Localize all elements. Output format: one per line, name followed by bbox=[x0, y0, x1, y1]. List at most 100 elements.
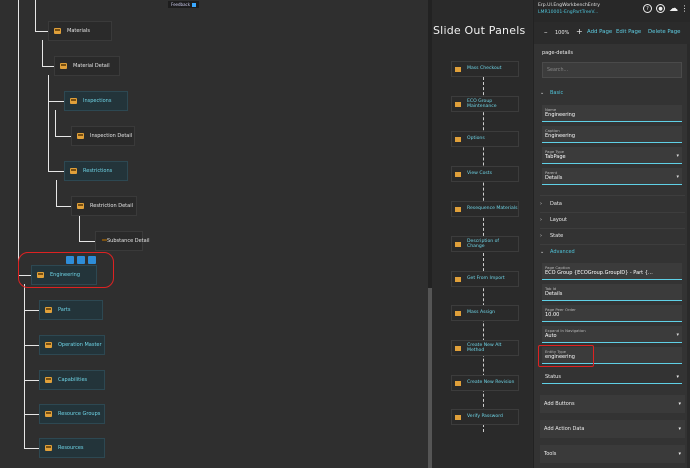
tree-node-capabilities[interactable]: Capabilities bbox=[39, 370, 105, 390]
cloud-icon[interactable]: ☁ bbox=[669, 4, 678, 14]
panel-icon bbox=[455, 136, 461, 142]
feedback-icon bbox=[192, 2, 197, 7]
group-layout[interactable]: › Layout bbox=[540, 213, 685, 227]
tree-connector bbox=[79, 241, 95, 242]
highlight-annotation bbox=[18, 252, 114, 288]
panel-item-resequence-materials[interactable]: Resequence Materials bbox=[451, 201, 519, 217]
page-peer-order-field[interactable]: Page Peer Order 10.00 bbox=[542, 305, 682, 322]
chevron-down-icon: ▾ bbox=[676, 174, 679, 180]
name-field[interactable]: Name Engineering bbox=[542, 105, 682, 122]
tree-connector bbox=[24, 310, 39, 311]
divider bbox=[540, 195, 685, 196]
tree-connector bbox=[24, 448, 39, 449]
tree-node-materials[interactable]: Materials bbox=[48, 21, 112, 41]
person-icon[interactable]: ● bbox=[656, 4, 665, 13]
folder-icon bbox=[45, 307, 52, 313]
feedback-button[interactable]: Feedback bbox=[168, 1, 200, 8]
folder-icon bbox=[60, 63, 67, 69]
tree-node-inspections[interactable]: Inspections bbox=[64, 91, 128, 111]
tree-node-restrictions[interactable]: Restrictions bbox=[64, 161, 128, 181]
tree-node-resources[interactable]: Resources bbox=[39, 438, 105, 458]
search-input[interactable]: Search... bbox=[542, 62, 682, 78]
folder-icon bbox=[45, 377, 52, 383]
edit-page-button[interactable]: Edit Page bbox=[616, 29, 641, 35]
folder-icon bbox=[70, 168, 77, 174]
tree-node-parts[interactable]: Parts bbox=[39, 300, 103, 320]
chevron-down-icon: ▾ bbox=[676, 332, 679, 338]
zoom-out-button[interactable]: – bbox=[544, 28, 548, 36]
chevron-right-icon: › bbox=[540, 201, 542, 207]
chevron-right-icon: › bbox=[540, 233, 542, 239]
delete-page-button[interactable]: Delete Page bbox=[648, 29, 680, 35]
parent-select[interactable]: Parent Details ▾ bbox=[542, 168, 682, 185]
tree-connector bbox=[55, 110, 56, 136]
tree-connector bbox=[48, 75, 49, 101]
panel-item-get-from-import[interactable]: Get From Import bbox=[451, 271, 519, 287]
tree-connector bbox=[55, 136, 71, 137]
zoom-in-button[interactable]: + bbox=[576, 27, 583, 36]
zoom-level: 100% bbox=[555, 30, 570, 36]
layer-name: LMR10001-EngPartTreeV... bbox=[538, 10, 599, 15]
tree-connector bbox=[24, 414, 39, 415]
page-type-select[interactable]: Page Type TabPage ▾ bbox=[542, 147, 682, 164]
panel-icon bbox=[455, 414, 461, 420]
tree-connector bbox=[48, 101, 49, 171]
tree-connector bbox=[56, 180, 57, 206]
panel-item-mass-assign[interactable]: Mass Assign bbox=[451, 305, 519, 321]
folder-icon bbox=[54, 28, 61, 34]
group-state[interactable]: › State bbox=[540, 229, 685, 243]
panel-item-mass-checkout[interactable]: Mass Checkout bbox=[451, 61, 519, 77]
page-caption-field[interactable]: Page Caption ECO Group {ECOGroup.GroupID}… bbox=[542, 263, 682, 280]
panel-item-description-of-change[interactable]: Description of Change bbox=[451, 236, 519, 252]
section-title: page-details bbox=[542, 50, 573, 56]
panel-icon bbox=[455, 101, 461, 107]
panel-icon bbox=[455, 310, 461, 316]
panel-item-options[interactable]: Options bbox=[451, 131, 519, 147]
tools-section[interactable]: Tools ▾ bbox=[540, 445, 685, 463]
tree-connector bbox=[79, 215, 80, 241]
panel-item-create-new-alt-method[interactable]: Create New Alt Method bbox=[451, 340, 519, 356]
panel-item-verify-password[interactable]: Verify Password bbox=[451, 409, 519, 425]
tab-id-field[interactable]: Tab Id Details bbox=[542, 284, 682, 301]
add-action-data-section[interactable]: Add Action Data ▾ bbox=[540, 420, 685, 438]
tree-node-resource-groups[interactable]: Resource Groups bbox=[39, 404, 105, 424]
add-page-button[interactable]: Add Page bbox=[587, 29, 612, 35]
tree-connector bbox=[24, 380, 39, 381]
tree-connector bbox=[35, 31, 48, 32]
tree-connector bbox=[42, 66, 54, 67]
panel-icon bbox=[455, 241, 461, 247]
expand-in-navigation-select[interactable]: Expand In Navigation Auto ▾ bbox=[542, 326, 682, 343]
status-select[interactable]: Status ▾ bbox=[542, 370, 682, 384]
panel-icon bbox=[455, 380, 461, 386]
app-root: Feedback Materials Material Detail Inspe… bbox=[0, 0, 690, 468]
panel-item-eco-group-maintenance[interactable]: ECO Group Maintenance bbox=[451, 96, 519, 112]
group-basic[interactable]: ⌄ Basic bbox=[540, 86, 685, 100]
tree-node-material-detail[interactable]: Material Detail bbox=[54, 56, 120, 76]
help-icon[interactable]: ? bbox=[643, 4, 652, 13]
tree-connector bbox=[48, 171, 64, 172]
tree-node-operation-master[interactable]: Operation Master bbox=[39, 335, 105, 355]
group-data[interactable]: › Data bbox=[540, 197, 685, 211]
caption-field[interactable]: Caption Engineering bbox=[542, 126, 682, 143]
chevron-down-icon: ▾ bbox=[676, 374, 679, 380]
tree-node-substance-detail[interactable]: Substance Detail bbox=[95, 231, 149, 251]
panel-icon bbox=[455, 345, 461, 351]
chevron-down-icon: ⌄ bbox=[540, 249, 545, 255]
chevron-right-icon: › bbox=[540, 217, 542, 223]
tree-connector bbox=[48, 101, 64, 102]
tree-canvas[interactable]: Feedback Materials Material Detail Inspe… bbox=[0, 0, 428, 468]
folder-icon bbox=[77, 133, 84, 139]
highlight-annotation bbox=[538, 345, 594, 367]
more-vertical-icon[interactable]: ⋮ bbox=[680, 4, 689, 13]
chevron-down-icon: ⌄ bbox=[540, 90, 545, 96]
tree-node-inspection-detail[interactable]: Inspection Detail bbox=[71, 126, 135, 146]
panel-icon bbox=[455, 171, 461, 177]
tree-node-restriction-detail[interactable]: Restriction Detail bbox=[71, 196, 137, 216]
panel-icon bbox=[455, 276, 461, 282]
panel-icon bbox=[455, 206, 461, 212]
folder-icon bbox=[45, 411, 52, 417]
panel-item-view-costs[interactable]: View Costs bbox=[451, 166, 519, 182]
group-advanced[interactable]: ⌄ Advanced bbox=[540, 245, 685, 259]
panel-item-create-new-revision[interactable]: Create New Revision bbox=[451, 375, 519, 391]
add-buttons-section[interactable]: Add Buttons ▾ bbox=[540, 395, 685, 413]
